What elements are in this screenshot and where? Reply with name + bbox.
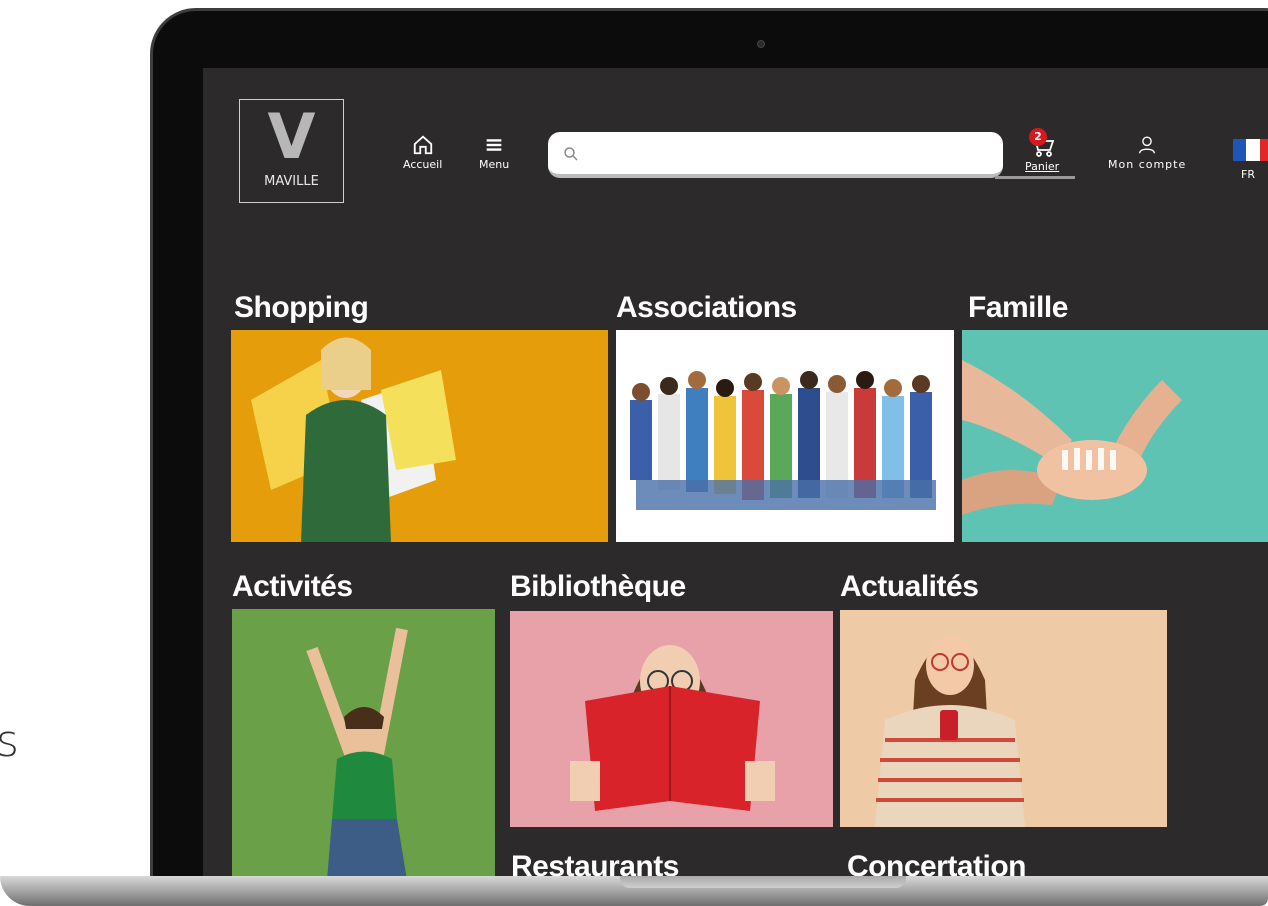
user-icon: [1139, 136, 1156, 154]
search-icon: [564, 147, 578, 161]
category-tile-associations[interactable]: [616, 330, 954, 542]
bibliotheque-image: [510, 611, 833, 827]
associations-image: [616, 330, 954, 542]
category-tile-famille[interactable]: [962, 330, 1268, 542]
home-label: Accueil: [403, 158, 443, 171]
category-tile-bibliotheque[interactable]: [510, 611, 833, 827]
category-title-shopping: Shopping: [234, 291, 369, 324]
category-title-bibliotheque: Bibliothèque: [510, 570, 686, 603]
actualites-image: [840, 610, 1167, 827]
category-tile-shopping[interactable]: [231, 330, 608, 542]
language-selector[interactable]: FR: [1241, 168, 1255, 181]
shopping-image: [231, 330, 608, 542]
category-title-associations: Associations: [616, 291, 797, 324]
category-tile-activites[interactable]: [232, 609, 495, 880]
site-logo[interactable]: V MAVILLE: [239, 99, 344, 203]
category-tile-actualites[interactable]: [840, 610, 1167, 827]
famille-image: [962, 330, 1268, 542]
search-bar[interactable]: [548, 132, 1003, 178]
french-flag-icon[interactable]: [1233, 139, 1268, 161]
category-title-actualites: Actualités: [840, 570, 979, 603]
cart-label: Panier: [1025, 160, 1060, 173]
category-title-activites: Activités: [232, 570, 353, 603]
menu-icon: [486, 139, 502, 151]
webcam: [757, 40, 765, 48]
home-icon: [413, 135, 432, 155]
laptop-screen: V MAVILLE Accueil Menu Panier 2 Mon comp…: [203, 68, 1268, 880]
category-title-famille: Famille: [968, 291, 1068, 324]
account-button[interactable]: Mon compte: [1108, 134, 1186, 171]
menu-button[interactable]: Menu: [479, 134, 509, 171]
account-label: Mon compte: [1108, 158, 1187, 171]
language-label: FR: [1241, 168, 1255, 181]
laptop-hinge: [620, 876, 906, 888]
logo-name: MAVILLE: [264, 174, 319, 189]
search-input[interactable]: [588, 140, 988, 168]
cart-count-badge: 2: [1029, 128, 1047, 146]
partial-text: s: [0, 716, 19, 767]
logo-letter: V: [267, 100, 316, 173]
search-underline: [995, 176, 1075, 179]
activites-image: [232, 609, 495, 880]
home-button[interactable]: Accueil: [403, 134, 442, 171]
menu-label: Menu: [479, 158, 510, 171]
